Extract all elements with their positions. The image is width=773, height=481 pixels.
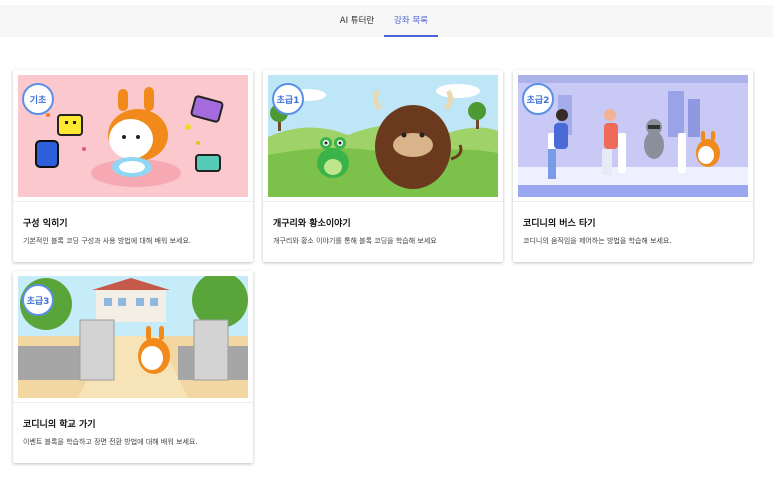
card-divider bbox=[263, 201, 503, 202]
level-badge: 초급1 bbox=[272, 83, 304, 115]
course-card-beginner-2[interactable]: 초급2 코디니의 버스 타기 코디니의 움직임을 제어하는 방법을 학습해 보세… bbox=[513, 70, 753, 262]
card-divider bbox=[13, 201, 253, 202]
tab-ai-tutor[interactable]: AI 튜터란 bbox=[330, 13, 384, 37]
level-badge: 기초 bbox=[22, 83, 54, 115]
course-card-beginner-3[interactable]: 초급3 코디니의 학교 가기 이벤트 블록을 학습하고 장면 전환 방법에 대해… bbox=[13, 271, 253, 463]
tab-course-list[interactable]: 강좌 목록 bbox=[384, 13, 438, 37]
course-card-beginner-1[interactable]: 초급1 개구리와 황소이야기 개구리와 황소 이야기를 통해 블록 코딩을 학습… bbox=[263, 70, 503, 262]
level-badge: 초급3 bbox=[22, 284, 54, 316]
course-description: 기본적인 블록 코딩 구성과 사용 방법에 대해 배워 보세요. bbox=[23, 237, 192, 245]
course-title: 개구리와 황소이야기 bbox=[273, 219, 351, 229]
card-divider bbox=[513, 201, 753, 202]
course-title: 코디니의 학교 가기 bbox=[23, 420, 96, 430]
course-thumbnail: 초급1 bbox=[268, 75, 498, 197]
card-divider bbox=[13, 402, 253, 403]
course-thumbnail: 초급2 bbox=[518, 75, 748, 197]
course-description: 개구리와 황소 이야기를 통해 블록 코딩을 학습해 보세요 bbox=[273, 237, 437, 245]
level-badge: 초급2 bbox=[522, 83, 554, 115]
course-title: 코디니의 버스 타기 bbox=[523, 219, 596, 229]
course-description: 이벤트 블록을 학습하고 장면 전환 방법에 대해 배워 보세요. bbox=[23, 438, 198, 446]
top-nav-bar: AI 튜터란 강좌 목록 bbox=[0, 5, 773, 37]
course-card-basic[interactable]: 기초 구성 익히기 기본적인 블록 코딩 구성과 사용 방법에 대해 배워 보세… bbox=[13, 70, 253, 262]
course-thumbnail: 초급3 bbox=[18, 276, 248, 398]
course-title: 구성 익히기 bbox=[23, 219, 68, 229]
course-thumbnail: 기초 bbox=[18, 75, 248, 197]
course-description: 코디니의 움직임을 제어하는 방법을 학습해 보세요. bbox=[523, 237, 672, 245]
